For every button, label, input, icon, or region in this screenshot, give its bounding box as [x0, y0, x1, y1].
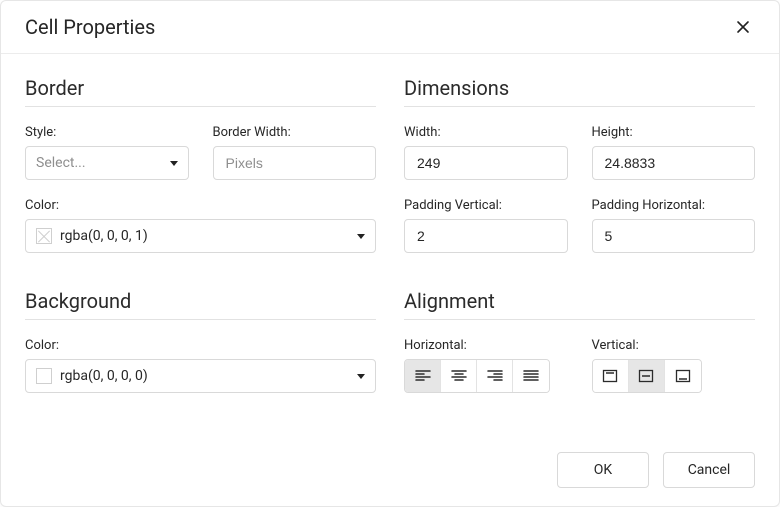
vertical-align-group [592, 359, 702, 393]
align-center-icon [451, 369, 467, 383]
border-style-label: Style: [25, 125, 189, 140]
border-width-input[interactable] [224, 147, 366, 179]
close-icon [735, 19, 751, 35]
background-color-value: rgba(0, 0, 0, 0) [60, 368, 349, 384]
border-width-label: Border Width: [213, 125, 377, 140]
border-style-field: Style: Select... [25, 125, 189, 180]
horizontal-align-group [404, 359, 550, 393]
section-border-title: Border [25, 76, 376, 100]
padding-horizontal-input[interactable] [603, 220, 745, 252]
align-right-icon [487, 369, 503, 383]
width-field: Width: [404, 125, 568, 180]
border-color-value: rgba(0, 0, 0, 1) [60, 228, 349, 244]
border-color-field: Color: rgba(0, 0, 0, 1) [25, 198, 376, 253]
border-style-placeholder: Select... [36, 155, 86, 171]
border-color-select[interactable]: rgba(0, 0, 0, 1) [25, 219, 376, 253]
valign-middle-icon [638, 369, 654, 383]
valign-top-icon [602, 369, 618, 383]
width-label: Width: [404, 125, 568, 140]
align-right-button[interactable] [477, 360, 513, 392]
padding-horizontal-label: Padding Horizontal: [592, 198, 756, 213]
dialog-footer: OK Cancel [557, 452, 755, 488]
vertical-align-label: Vertical: [592, 338, 756, 353]
width-input[interactable] [415, 147, 557, 179]
color-swatch-icon [36, 368, 52, 384]
height-input[interactable] [603, 147, 745, 179]
align-left-button[interactable] [405, 360, 441, 392]
chevron-down-icon [357, 374, 365, 379]
height-label: Height: [592, 125, 756, 140]
close-button[interactable] [731, 15, 755, 39]
section-alignment-title: Alignment [404, 289, 755, 313]
valign-middle-button[interactable] [629, 360, 665, 392]
padding-vertical-label: Padding Vertical: [404, 198, 568, 213]
dialog-header: Cell Properties [1, 1, 779, 54]
background-color-field: Color: rgba(0, 0, 0, 0) [25, 338, 376, 393]
valign-top-button[interactable] [593, 360, 629, 392]
section-alignment-rule [404, 319, 755, 320]
height-field: Height: [592, 125, 756, 180]
align-justify-icon [523, 369, 539, 383]
padding-horizontal-field: Padding Horizontal: [592, 198, 756, 253]
horizontal-align-label: Horizontal: [404, 338, 568, 353]
chevron-down-icon [357, 234, 365, 239]
valign-bottom-icon [675, 369, 691, 383]
color-swatch-icon [36, 228, 52, 244]
left-column: Border Style: Select... Border Width: [25, 72, 376, 411]
align-center-button[interactable] [441, 360, 477, 392]
chevron-down-icon [170, 161, 178, 166]
border-color-label: Color: [25, 198, 376, 213]
dialog-title: Cell Properties [25, 15, 155, 39]
border-width-field: Border Width: [213, 125, 377, 180]
border-style-select[interactable]: Select... [25, 146, 189, 180]
background-color-label: Color: [25, 338, 376, 353]
section-dimensions-title: Dimensions [404, 76, 755, 100]
valign-bottom-button[interactable] [665, 360, 701, 392]
padding-vertical-input[interactable] [415, 220, 557, 252]
section-background-rule [25, 319, 376, 320]
align-left-icon [415, 369, 431, 383]
cancel-button[interactable]: Cancel [663, 452, 755, 488]
ok-button[interactable]: OK [557, 452, 649, 488]
section-dimensions-rule [404, 106, 755, 107]
padding-vertical-field: Padding Vertical: [404, 198, 568, 253]
section-background-title: Background [25, 289, 376, 313]
background-color-select[interactable]: rgba(0, 0, 0, 0) [25, 359, 376, 393]
section-border-rule [25, 106, 376, 107]
cell-properties-dialog: Cell Properties Border Style: Select... … [0, 0, 780, 507]
align-justify-button[interactable] [513, 360, 549, 392]
horizontal-align-field: Horizontal: [404, 338, 568, 393]
right-column: Dimensions Width: Height: Padding Vertic… [404, 72, 755, 411]
vertical-align-field: Vertical: [592, 338, 756, 393]
